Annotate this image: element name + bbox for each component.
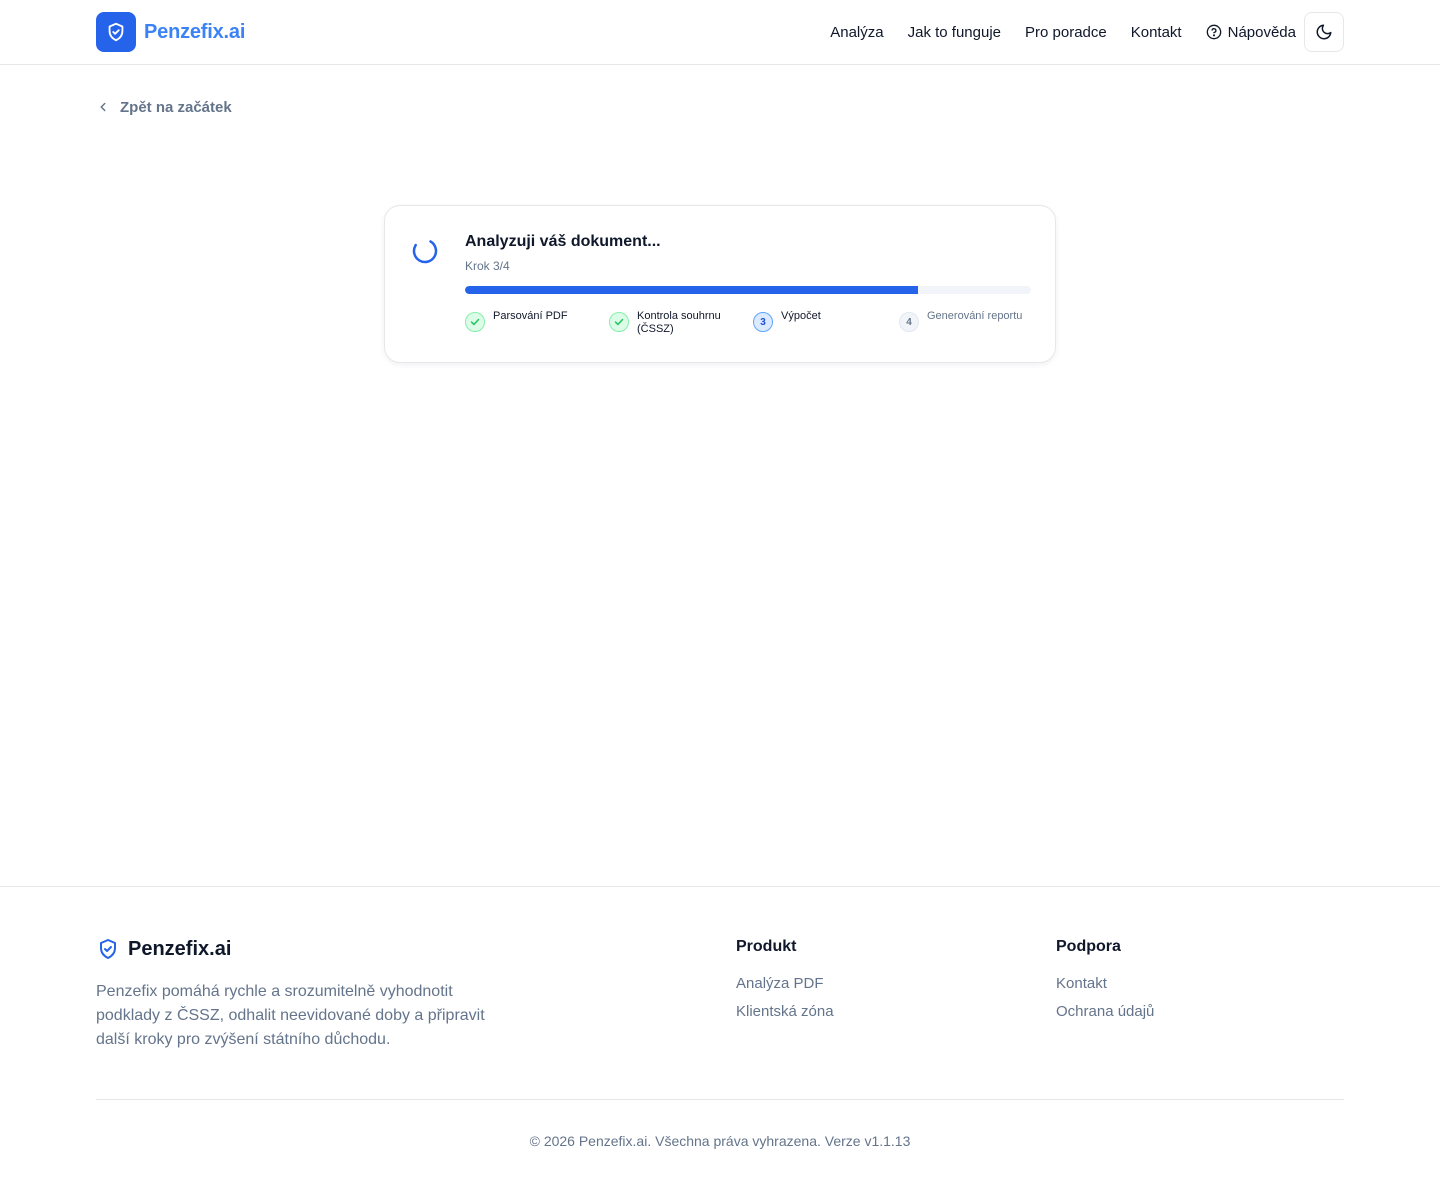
- step-report: 4 Generování reportu: [899, 310, 1027, 332]
- footer-link-klientska-zona[interactable]: Klientská zóna: [736, 1003, 834, 1021]
- footer-divider: [96, 1099, 1344, 1100]
- step-calculation: 3 Výpočet: [753, 310, 881, 332]
- step-list: Parsování PDF Kontrola souhrnu (ČSSZ) 3 …: [465, 310, 1031, 340]
- footer-brand-name: Penzefix.ai: [128, 937, 232, 960]
- brand-name: Penzefix.ai: [144, 20, 246, 43]
- progress-bar-fill: [465, 286, 918, 294]
- shield-check-icon: [100, 939, 116, 959]
- footer-column-title: Podpora: [1056, 938, 1121, 955]
- step-number-badge: 4: [899, 312, 919, 332]
- footer-description: Penzefix pomáhá rychle a srozumitelně vy…: [96, 983, 485, 1048]
- back-link[interactable]: Zpět na začátek: [96, 96, 232, 118]
- footer-copyright: © 2026 Penzefix.ai. Všechna práva vyhraz…: [529, 1133, 911, 1149]
- shield-check-icon: [96, 12, 136, 52]
- footer-column-podpora: Podpora Kontakt Ochrana údajů: [1056, 938, 1154, 1031]
- site-header: Penzefix.ai Analýza Jak to funguje Pro p…: [0, 0, 1440, 65]
- footer-link-ochrana-udaju[interactable]: Ochrana údajů: [1056, 1003, 1154, 1021]
- theme-toggle-button[interactable]: [1304, 12, 1344, 52]
- footer-link-analyza-pdf[interactable]: Analýza PDF: [736, 975, 834, 993]
- logo-link[interactable]: Penzefix.ai: [96, 12, 245, 52]
- back-link-label: Zpět na začátek: [120, 98, 232, 116]
- step-parsing: Parsování PDF: [465, 310, 593, 332]
- footer-link-kontakt[interactable]: Kontakt: [1056, 975, 1154, 993]
- chevron-left-icon: [100, 102, 106, 112]
- analysis-step-text: Krok 3/4: [465, 259, 510, 273]
- check-icon: [465, 312, 485, 332]
- analysis-title: Analyzuji váš dokument...: [465, 233, 661, 250]
- check-icon: [609, 312, 629, 332]
- step-number-badge: 3: [753, 312, 773, 332]
- moon-icon: [1316, 24, 1332, 40]
- nav-link-jak-to-funguje[interactable]: Jak to funguje: [908, 24, 1001, 41]
- progress-bar: [465, 286, 1031, 294]
- step-label: Generování reportu: [927, 310, 1023, 322]
- question-circle-icon: [1206, 24, 1221, 40]
- step-label: Kontrola souhrnu (ČSSZ): [637, 310, 721, 335]
- step-control: Kontrola souhrnu (ČSSZ): [609, 310, 733, 336]
- footer-column-title: Produkt: [736, 938, 797, 955]
- step-label: Parsování PDF: [493, 310, 568, 322]
- nav-link-pro-poradce[interactable]: Pro poradce: [1025, 24, 1107, 41]
- footer-column-produkt: Produkt Analýza PDF Klientská zóna: [736, 938, 834, 1031]
- main-nav: Analýza Jak to funguje Pro poradce Konta…: [830, 12, 1344, 52]
- loading-spinner-icon: [412, 238, 438, 264]
- nav-link-analyza[interactable]: Analýza: [830, 24, 883, 41]
- help-link[interactable]: Nápověda: [1206, 24, 1296, 41]
- footer-logo[interactable]: Penzefix.ai: [96, 937, 231, 961]
- step-label: Výpočet: [781, 310, 821, 322]
- analysis-progress-card: Analyzuji váš dokument... Krok 3/4 Parso…: [384, 205, 1056, 363]
- nav-link-kontakt[interactable]: Kontakt: [1131, 24, 1182, 41]
- help-label: Nápověda: [1227, 23, 1296, 41]
- site-footer: Penzefix.ai Penzefix pomáhá rychle a sro…: [0, 886, 1440, 1200]
